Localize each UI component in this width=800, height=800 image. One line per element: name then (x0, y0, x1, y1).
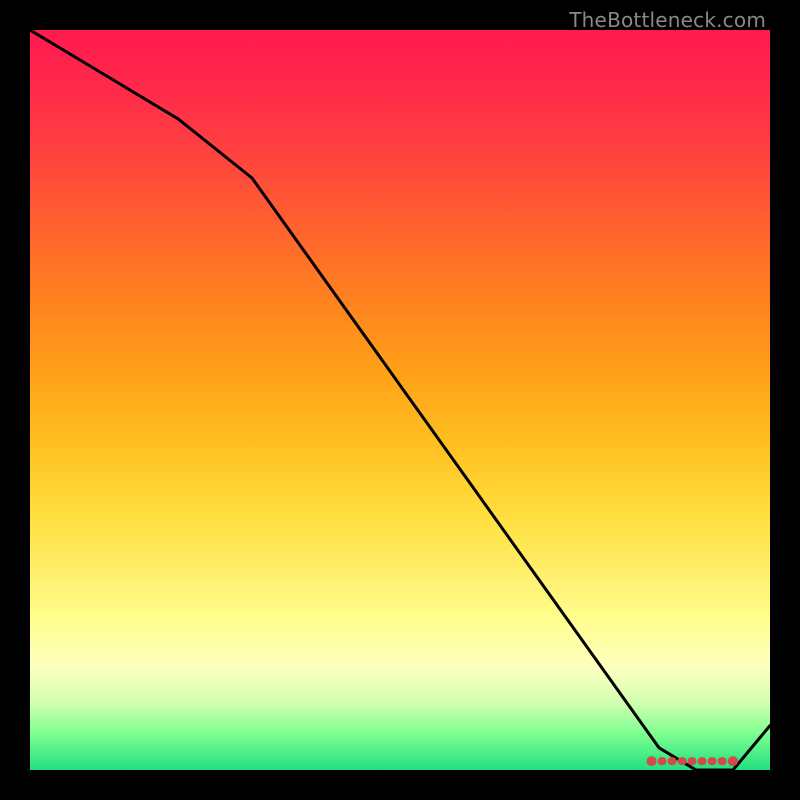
chart-container: TheBottleneck.com (0, 0, 800, 800)
optimal-range-marker (30, 30, 770, 770)
attribution-text: TheBottleneck.com (569, 8, 766, 32)
